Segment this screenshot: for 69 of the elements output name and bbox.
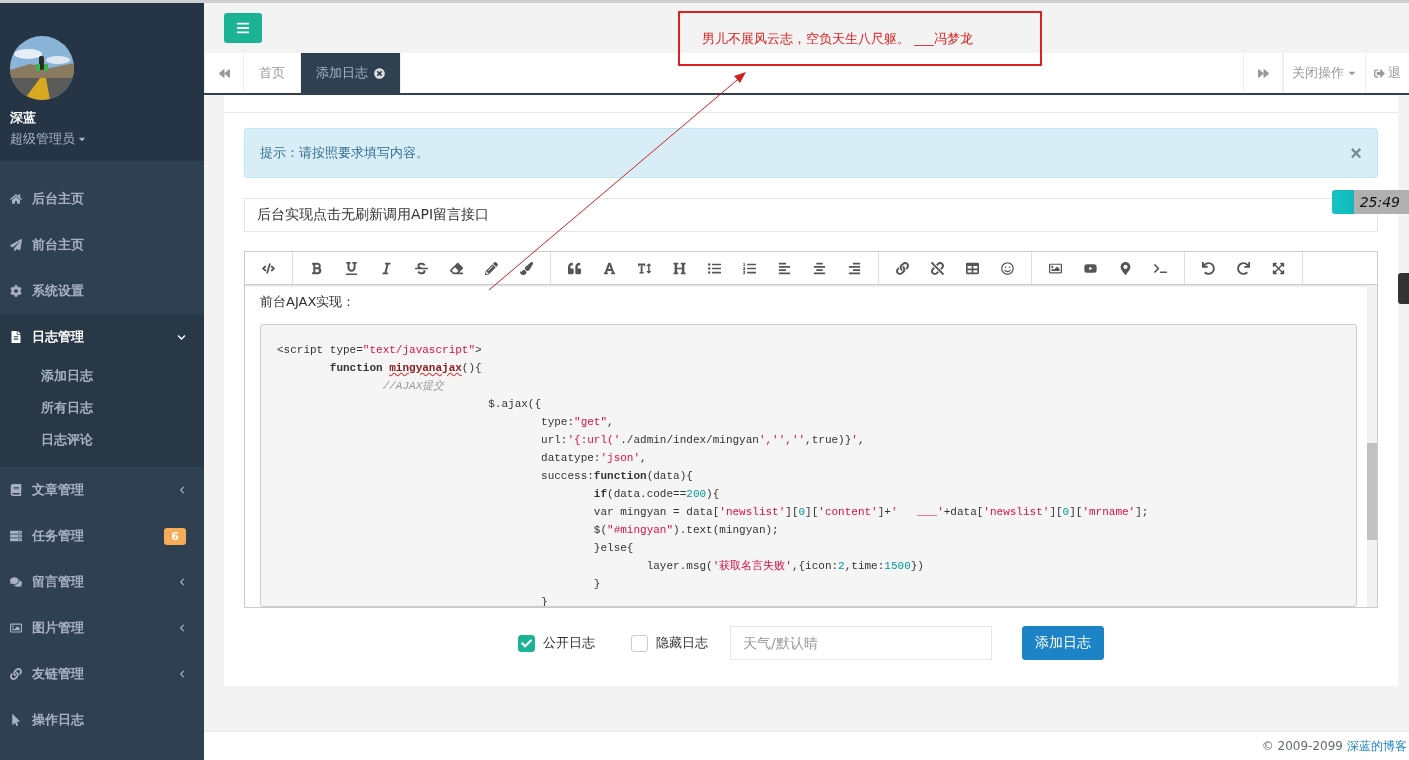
close-button[interactable]: × [1350,141,1362,165]
code-line: layer.msg('获取名言失败',{icon:2,time:1500}) [645,559,925,574]
double-arrow-left-icon [218,67,230,79]
code-line: type:"get", [540,415,615,430]
sidebar-item[interactable]: 图片管理 [0,605,204,651]
image-icon [10,622,22,634]
paper-plane-icon [10,239,22,251]
pointer-icon [10,714,22,726]
submenu-item[interactable]: 日志评论 [0,424,204,456]
code-line: }else{ [592,541,635,556]
chat-icon [10,576,22,588]
chevron-left-icon [178,486,186,494]
side-handle[interactable] [1398,273,1409,304]
chevron-left-icon [178,624,186,632]
timer-badge: 25:49 [1332,190,1409,214]
home-icon [10,193,22,205]
menu-icon [236,21,250,35]
sidebar-item[interactable]: 前台主页 [0,222,204,268]
weather-field[interactable]: 天气/默认晴 [730,626,992,660]
checkbox-label: 隐藏日志 [656,634,708,652]
editor-text: 前台AJAX实现： [260,293,357,311]
sidebar-item[interactable]: 友链管理 [0,651,204,697]
code-line: success:function(data){ [540,469,694,484]
menu-button[interactable] [224,13,262,43]
add-log-button[interactable]: 添加日志 [1022,626,1104,660]
checkbox[interactable] [518,634,535,652]
code-line: function mingyanajax(){ [328,361,483,376]
submenu-item[interactable]: 添加日志 [0,360,204,392]
chevron-left-icon [178,578,186,586]
chevron-left-icon [178,670,186,678]
scrollbar[interactable] [1367,285,1377,607]
checkbox-label: 公开日志 [543,634,595,652]
count-badge: 6 [164,527,186,545]
stack-icon [10,530,22,542]
chevron-down-icon [177,332,186,342]
code-line: $("#mingyan").text(mingyan); [592,523,780,538]
submenu-item[interactable]: 所有日志 [0,392,204,424]
check-icon [521,637,532,649]
code-line: } [592,577,602,592]
scroll-right-button[interactable] [1243,53,1283,93]
book-icon [10,484,22,496]
sidebar-item[interactable]: 系统设置 [0,268,204,314]
sign-out-icon [1374,67,1385,79]
user-name: 深蓝 [10,109,37,127]
link-icon [10,668,22,680]
code-line: datatype:'json', [540,451,648,466]
close-icon[interactable] [374,67,385,79]
document-icon [10,331,22,343]
code-line: //AJAX提交 [381,379,446,394]
blog-link[interactable]: 深蓝的博客 [1347,737,1407,755]
annotation-text: 男儿不展风云志，空负天生八尺躯。 ___冯梦龙 [702,29,973,48]
sidebar-item[interactable]: 文章管理 [0,467,204,513]
sidebar-item[interactable]: 任务管理 6 [0,513,204,559]
double-arrow-right-icon [1257,67,1269,79]
code-line: <script type="text/javascript"> [277,343,483,358]
user-role-menu[interactable]: 超级管理员 [10,130,204,148]
copyright-text: © 2009-2099 [1261,739,1343,753]
gear-icon [10,285,22,297]
scroll-left-button[interactable] [204,53,244,93]
alert-text: 提示：请按照要求填写内容。 [260,144,430,162]
sidebar-item[interactable]: 后台主页 [0,176,204,222]
code-line: if(data.code==200){ [592,487,721,502]
tab[interactable]: 添加日志 [301,53,401,93]
code-line: $.ajax({ [487,397,543,412]
code-line: url:'{:url('./admin/index/mingyan','','',true)}', [540,433,866,448]
checkbox[interactable] [631,634,648,652]
sidebar-item[interactable]: 留言管理 [0,559,204,605]
code-line: var mingyan = data['newslist'][0]['content']+' ___'+data['newslist'][0]['mrname']; [592,505,1150,520]
sidebar-item[interactable]: 操作日志 [0,697,204,743]
